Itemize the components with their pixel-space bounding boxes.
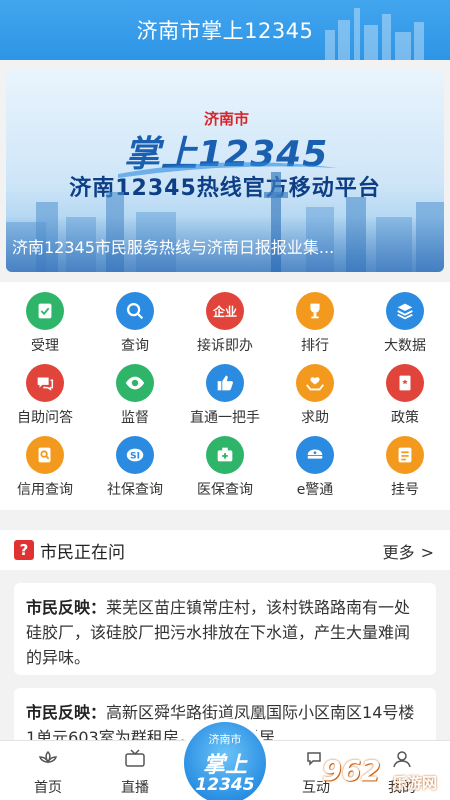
enterprise-icon: 企业 (206, 292, 244, 330)
service-direct-leader[interactable]: 直通一把手 (180, 358, 270, 430)
site-watermark: 962 乐游网 (318, 748, 450, 800)
layers-icon (386, 292, 424, 330)
credit-search-icon (26, 436, 64, 474)
service-label: 大数据 (384, 338, 426, 354)
service-help[interactable]: 求助 (270, 358, 360, 430)
service-label: 排行 (301, 338, 329, 354)
watermark-logo: 962 (322, 754, 381, 787)
service-complaint-handling[interactable]: 企业 接诉即办 (180, 286, 270, 358)
post-tag: 市民反映： (26, 703, 107, 722)
service-label: 医保查询 (197, 482, 253, 498)
svg-text:SI: SI (130, 451, 140, 462)
help-hands-icon (296, 364, 334, 402)
chevron-right-icon: > (420, 543, 434, 562)
service-label: 挂号 (391, 482, 419, 498)
registration-icon (386, 436, 424, 474)
service-label: 接诉即办 (197, 338, 253, 354)
service-policy[interactable]: 政策 (360, 358, 450, 430)
center-hotline-button[interactable]: 济南市 掌上 12345 (180, 718, 270, 800)
more-link[interactable]: 更多 > (383, 539, 434, 563)
service-label: 受理 (31, 338, 59, 354)
social-security-icon: SI (116, 436, 154, 474)
search-icon (116, 292, 154, 330)
promo-banner[interactable]: 济南市 掌上12345 济南12345热线官方移动平台 济南12345市民服务热… (6, 70, 444, 272)
service-label: 政策 (391, 410, 419, 426)
service-label: 直通一把手 (190, 410, 260, 426)
live-tv-icon (125, 749, 145, 767)
question-mark-icon: ? (14, 540, 34, 560)
top-bar: 济南市掌上12345 (0, 0, 450, 60)
tab-live[interactable]: 直播 (95, 741, 175, 800)
section-header: ? 市民正在问 更多 > (0, 530, 450, 570)
service-query[interactable]: 查询 (90, 286, 180, 358)
police-cap-icon (296, 436, 334, 474)
service-self-qa[interactable]: 自助问答 (0, 358, 90, 430)
post-tag: 市民反映： (26, 598, 107, 617)
service-big-data[interactable]: 大数据 (360, 286, 450, 358)
chat-icon (26, 364, 64, 402)
service-accept[interactable]: 受理 (0, 286, 90, 358)
policy-book-icon (386, 364, 424, 402)
service-registration[interactable]: 挂号 (360, 430, 450, 502)
service-credit-query[interactable]: 信用查询 (0, 430, 90, 502)
service-e-police[interactable]: e警通 (270, 430, 360, 502)
skyline-decoration-icon (325, 8, 424, 60)
medical-kit-icon (206, 436, 244, 474)
service-label: 查询 (121, 338, 149, 354)
service-grid: 受理 查询 企业 接诉即办 排行 大数据 自助问答 监督 直通一把手 求助 政策… (0, 282, 450, 510)
lotus-home-icon (38, 750, 58, 764)
service-label: 社保查询 (107, 482, 163, 498)
post-card[interactable]: 市民反映：莱芜区苗庄镇常庄村，该村铁路路南有一处硅胶厂，该硅胶厂把污水排放在下水… (14, 583, 436, 675)
service-social-security[interactable]: SI 社保查询 (90, 430, 180, 502)
accept-icon (26, 292, 64, 330)
service-label: 监督 (121, 410, 149, 426)
service-label: 求助 (301, 410, 329, 426)
service-ranking[interactable]: 排行 (270, 286, 360, 358)
service-label: 信用查询 (17, 482, 73, 498)
thumbs-up-icon (206, 364, 244, 402)
tab-home[interactable]: 首页 (8, 741, 88, 800)
service-medical-insurance[interactable]: 医保查询 (180, 430, 270, 502)
service-label: 自助问答 (17, 410, 73, 426)
section-title: 市民正在问 (40, 542, 125, 563)
trophy-icon (296, 292, 334, 330)
watermark-text: 乐游网 (392, 774, 438, 792)
eye-icon (116, 364, 154, 402)
service-label: e警通 (296, 482, 334, 498)
banner-caption: 济南12345市民服务热线与济南日报报业集... (6, 216, 444, 272)
app-title: 济南市掌上12345 (136, 19, 314, 43)
service-supervise[interactable]: 监督 (90, 358, 180, 430)
